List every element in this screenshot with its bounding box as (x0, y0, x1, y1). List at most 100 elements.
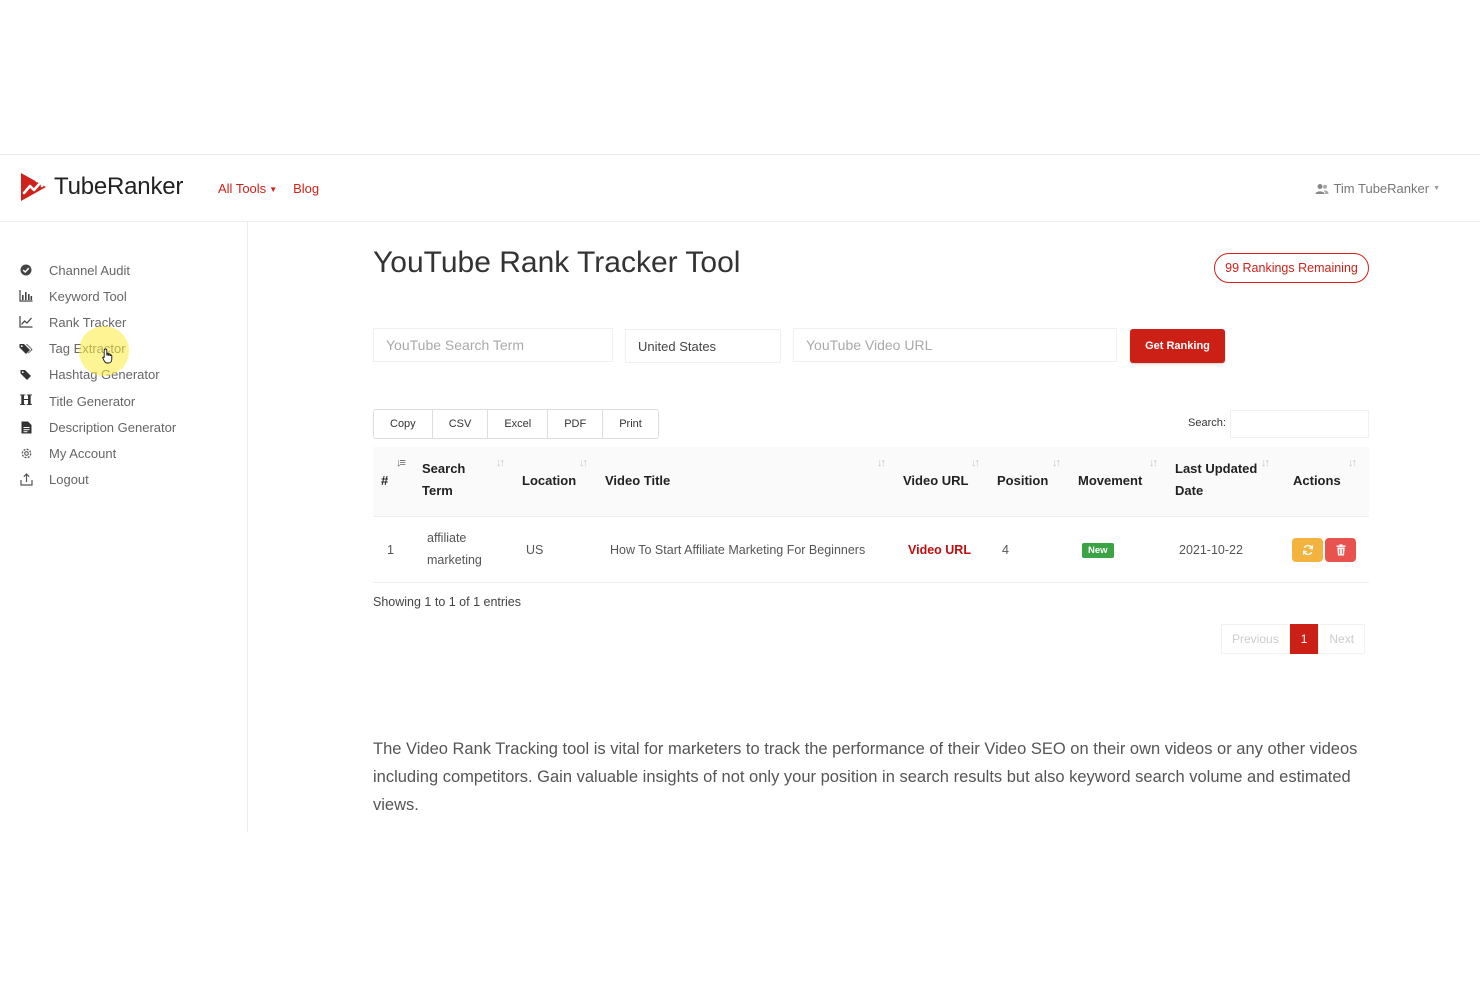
sort-icon[interactable]: ↓↑ (1348, 457, 1357, 469)
sidebar-item-label: Title Generator (49, 393, 136, 409)
sidebar-item-logout[interactable]: Logout (18, 467, 176, 493)
cell-location: US (526, 543, 544, 557)
export-buttons: Copy CSV Excel PDF Print (373, 409, 659, 439)
sidebar-item-rank-tracker[interactable]: Rank Tracker (18, 309, 176, 335)
previous-page-button[interactable]: Previous (1221, 624, 1290, 654)
cell-last-updated: 2021-10-22 (1179, 543, 1243, 557)
column-header-search-term[interactable]: Search Term (422, 458, 465, 502)
user-name: Tim TubeRanker (1333, 181, 1430, 196)
nav-all-tools[interactable]: All Tools ▼ (218, 181, 277, 196)
cell-video-title: How To Start Affiliate Marketing For Beg… (610, 543, 866, 557)
tool-description: The Video Rank Tracking tool is vital fo… (373, 740, 1358, 814)
tags-icon (18, 341, 34, 357)
table-search-label: Search: (1188, 417, 1226, 429)
sidebar-item-label: My Account (49, 445, 117, 461)
column-header-label: Term (422, 483, 453, 498)
main-nav: All Tools ▼ Blog (218, 181, 319, 196)
column-header-video-title[interactable]: Video Title (605, 470, 670, 492)
sort-icon[interactable]: ↓↑ (496, 457, 505, 469)
sort-icon[interactable]: ↓↑ (1052, 457, 1061, 469)
csv-button[interactable]: CSV (432, 410, 489, 438)
bar-chart-icon (18, 288, 34, 304)
check-circle-icon (18, 262, 34, 278)
sort-desc-icon[interactable]: ↓≡ (396, 457, 406, 469)
cell-search-term-line: marketing (427, 553, 482, 567)
rankings-remaining-badge: 99 Rankings Remaining (1214, 253, 1369, 283)
column-header-number[interactable]: # (381, 470, 388, 492)
sidebar-item-label: Tag Extractor (49, 341, 126, 357)
table-row: 1 affiliate marketing US How To Start Af… (373, 517, 1369, 583)
sidebar-menu: Channel Audit Keyword Tool Rank Tracker … (18, 257, 176, 493)
table-search-input[interactable] (1230, 410, 1369, 438)
delete-button[interactable] (1325, 538, 1356, 562)
users-icon (1315, 183, 1329, 194)
logo[interactable]: TubeRanker (18, 171, 183, 203)
video-url-input[interactable]: YouTube Video URL (793, 328, 1117, 362)
column-header-location[interactable]: Location (522, 470, 576, 492)
sidebar-item-label: Rank Tracker (49, 314, 127, 330)
logo-icon (21, 173, 46, 201)
pdf-button[interactable]: PDF (548, 410, 604, 438)
sort-icon[interactable]: ↓↑ (877, 457, 886, 469)
user-menu[interactable]: Tim TubeRanker ▼ (1315, 181, 1440, 196)
refresh-button[interactable] (1292, 538, 1323, 562)
movement-badge: New (1082, 543, 1114, 558)
column-header-video-url[interactable]: Video URL (903, 470, 969, 492)
column-header-last-updated[interactable]: Last Updated Date (1175, 458, 1257, 502)
sort-icon[interactable]: ↓↑ (971, 457, 980, 469)
sidebar-item-keyword-tool[interactable]: Keyword Tool (18, 283, 176, 309)
nav-all-tools-label: All Tools (218, 181, 267, 196)
table-header: ↓≡ # Search Term ↓↑ Location ↓↑ Video Ti… (373, 447, 1369, 517)
tag-icon (18, 367, 34, 383)
country-select-value: United States (638, 338, 717, 354)
page-button-current[interactable]: 1 (1289, 624, 1319, 654)
document-icon (18, 419, 34, 435)
gear-icon (18, 445, 34, 461)
sidebar-item-hashtag-generator[interactable]: Hashtag Generator (18, 362, 176, 388)
top-navbar: TubeRanker All Tools ▼ Blog Tim TubeRanke… (0, 154, 1480, 222)
column-header-position[interactable]: Position (997, 470, 1048, 492)
cell-position: 4 (1002, 543, 1009, 557)
sidebar-item-label: Description Generator (49, 419, 177, 435)
sidebar-item-my-account[interactable]: My Account (18, 440, 176, 466)
column-header-label: Last Updated (1175, 461, 1258, 476)
cell-number: 1 (387, 543, 394, 557)
trash-icon (1336, 544, 1345, 556)
get-ranking-button[interactable]: Get Ranking (1130, 329, 1225, 363)
print-button[interactable]: Print (603, 410, 658, 438)
sidebar-item-title-generator[interactable]: H Title Generator (18, 388, 176, 414)
sidebar-item-label: Hashtag Generator (49, 367, 160, 383)
logout-icon (18, 472, 34, 488)
sort-icon[interactable]: ↓↑ (1261, 457, 1270, 469)
search-term-placeholder: YouTube Search Term (386, 337, 525, 353)
page-title: YouTube Rank Tracker Tool (373, 246, 741, 279)
video-url-link[interactable]: Video URL (908, 539, 971, 561)
sidebar: Channel Audit Keyword Tool Rank Tracker … (0, 222, 248, 832)
heading-icon: H (19, 393, 33, 410)
sort-icon[interactable]: ↓↑ (579, 457, 588, 469)
column-header-actions: Actions (1293, 473, 1341, 488)
sidebar-item-description-generator[interactable]: Description Generator (18, 414, 176, 440)
search-term-input[interactable]: YouTube Search Term (373, 328, 613, 362)
sort-icon[interactable]: ↓↑ (1149, 457, 1158, 469)
column-header-movement[interactable]: Movement (1078, 470, 1142, 492)
line-chart-icon (18, 314, 34, 330)
cell-search-term-line: affiliate (427, 531, 467, 545)
column-header-label: Date (1175, 483, 1204, 498)
copy-button[interactable]: Copy (374, 410, 433, 438)
chevron-down-icon: ▼ (1433, 185, 1440, 192)
logo-text: TubeRanker (54, 173, 184, 200)
sidebar-item-channel-audit[interactable]: Channel Audit (18, 257, 176, 283)
excel-button[interactable]: Excel (488, 410, 549, 438)
cell-search-term: affiliate marketing (427, 527, 482, 571)
country-select[interactable]: United States (625, 329, 781, 363)
sidebar-item-label: Keyword Tool (49, 288, 127, 304)
sidebar-item-label: Logout (49, 472, 89, 488)
sidebar-item-label: Channel Audit (49, 262, 130, 278)
table-info-text: Showing 1 to 1 of 1 entries (373, 595, 522, 609)
pagination: Previous 1 Next (1221, 624, 1366, 654)
sidebar-item-tag-extractor[interactable]: Tag Extractor (18, 336, 176, 362)
video-url-placeholder: YouTube Video URL (806, 337, 933, 353)
next-page-button[interactable]: Next (1318, 624, 1366, 654)
nav-blog[interactable]: Blog (293, 181, 319, 196)
